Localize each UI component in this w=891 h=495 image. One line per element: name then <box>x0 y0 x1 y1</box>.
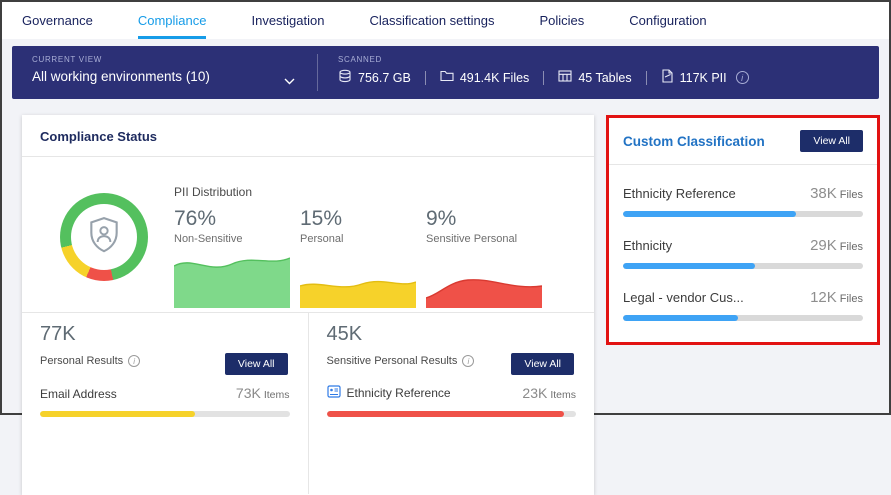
result-name: Ethnicity Reference <box>346 386 451 400</box>
folder-icon <box>440 70 454 85</box>
classification-value: 38K <box>810 185 837 202</box>
pii-file-icon <box>661 69 674 86</box>
progress-bar <box>623 211 863 217</box>
chevron-down-icon[interactable] <box>284 72 295 90</box>
nav-item-investigation[interactable]: Investigation <box>251 2 324 39</box>
stat-capacity: 756.7 GB <box>338 69 411 86</box>
non-sensitive-area-chart <box>174 257 290 308</box>
personal-area-chart <box>300 280 416 308</box>
list-item-ethnicity[interactable]: Ethnicity 29K Files <box>623 237 863 269</box>
personal-label: Personal <box>300 233 344 245</box>
personal-results-count: 77K <box>40 323 76 345</box>
nav-item-configuration[interactable]: Configuration <box>629 2 706 39</box>
list-item-legal-vendor[interactable]: Legal - vendor Cus... 12K Files <box>623 289 863 321</box>
info-icon[interactable] <box>462 355 475 367</box>
stat-capacity-value: 756.7 GB <box>358 70 411 85</box>
nav-item-policies[interactable]: Policies <box>539 2 584 39</box>
classification-name: Ethnicity <box>623 238 673 253</box>
stat-tables-value: 45 Tables <box>578 70 632 85</box>
personal-results-section: 77K Personal Results View All Email Addr… <box>22 313 308 494</box>
summary-header-bar: CURRENT VIEW All working environments (1… <box>12 46 879 99</box>
sensitive-results-count: 45K <box>326 323 363 345</box>
sensitive-results-view-all-button[interactable]: View All <box>511 353 574 375</box>
personal-results-label: Personal Results <box>40 355 124 367</box>
shield-person-icon <box>87 216 121 259</box>
sensitive-personal-label: Sensitive Personal <box>426 233 518 245</box>
main-content: Compliance Status PII Distribution 76% N… <box>2 99 889 495</box>
classification-value: 12K <box>810 289 837 306</box>
non-sensitive-label: Non-Sensitive <box>174 233 243 245</box>
card-divider <box>609 164 877 165</box>
result-value: 23K <box>522 385 548 401</box>
distribution-personal: 15% Personal <box>300 207 416 308</box>
classification-value: 29K <box>810 237 837 254</box>
stat-pii: 117K PII <box>661 69 727 86</box>
top-nav: Governance Compliance Investigation Clas… <box>2 2 889 39</box>
personal-percent: 15% <box>300 207 343 230</box>
stat-pii-value: 117K PII <box>679 70 727 85</box>
sensitive-personal-percent: 9% <box>426 207 457 230</box>
result-unit: Items <box>263 389 290 401</box>
scanned-stats: SCANNED 756.7 GB 491.4K Files 45 Tables … <box>318 46 879 99</box>
stat-files: 491.4K Files <box>440 70 529 85</box>
sensitive-personal-results-section: 45K Sensitive Personal Results View All <box>307 313 595 494</box>
nav-item-governance[interactable]: Governance <box>22 2 93 39</box>
custom-classification-view-all-button[interactable]: View All <box>800 130 863 152</box>
list-item-ethnicity-reference[interactable]: Ethnicity Reference 23K Items <box>326 385 576 417</box>
non-sensitive-percent: 76% <box>174 207 217 230</box>
sensitive-personal-area-chart <box>426 279 542 308</box>
stat-separator <box>543 70 545 85</box>
nav-item-compliance[interactable]: Compliance <box>137 2 206 39</box>
current-view-label: CURRENT VIEW <box>32 55 103 64</box>
classification-unit: Files <box>839 189 863 201</box>
classification-unit: Files <box>839 241 863 253</box>
email-address-bar <box>40 411 290 417</box>
environment-selector[interactable]: CURRENT VIEW All working environments (1… <box>12 46 317 99</box>
result-value: 73K <box>235 385 261 401</box>
distribution-sensitive-personal: 9% Sensitive Personal <box>426 207 542 308</box>
pii-distribution: 76% Non-Sensitive 15% Personal 9% Sensit… <box>174 207 542 308</box>
ethnicity-reference-bar <box>326 411 576 417</box>
stat-files-value: 491.4K Files <box>459 70 530 85</box>
list-item-ethnicity-reference[interactable]: Ethnicity Reference 38K Files <box>623 185 863 217</box>
personal-results-view-all-button[interactable]: View All <box>224 353 288 375</box>
compliance-status-title: Compliance Status <box>22 115 594 157</box>
sensitive-results-label: Sensitive Personal Results <box>326 355 458 367</box>
distribution-non-sensitive: 76% Non-Sensitive <box>174 207 290 308</box>
info-icon[interactable] <box>735 71 749 84</box>
result-name: Email Address <box>40 387 117 401</box>
classification-name: Legal - vendor Cus... <box>623 290 744 305</box>
info-icon[interactable] <box>128 355 141 367</box>
annotation-highlight: Custom Classification View All Ethnicity… <box>606 115 880 345</box>
database-icon <box>338 69 352 86</box>
nav-item-classification-settings[interactable]: Classification settings <box>369 2 494 39</box>
stat-separator <box>645 70 647 85</box>
table-icon <box>558 70 572 85</box>
stat-tables: 45 Tables <box>558 70 632 85</box>
result-unit: Items <box>550 389 576 401</box>
classification-name: Ethnicity Reference <box>623 186 736 201</box>
current-view-value: All working environments (10) <box>32 69 210 84</box>
list-item-email-address[interactable]: Email Address 73K Items <box>40 385 290 417</box>
custom-classification-title: Custom Classification <box>623 133 765 149</box>
compliance-status-card: Compliance Status PII Distribution 76% N… <box>22 115 594 495</box>
progress-bar <box>623 315 863 321</box>
pii-distribution-label: PII Distribution <box>174 185 253 199</box>
custom-classification-card: Custom Classification View All Ethnicity… <box>609 118 877 342</box>
stat-separator <box>424 70 426 85</box>
progress-bar <box>623 263 863 269</box>
custom-classifier-icon <box>326 385 341 401</box>
scanned-label: SCANNED <box>338 55 383 64</box>
classification-unit: Files <box>839 293 863 305</box>
pii-distribution-donut-chart <box>60 193 148 281</box>
